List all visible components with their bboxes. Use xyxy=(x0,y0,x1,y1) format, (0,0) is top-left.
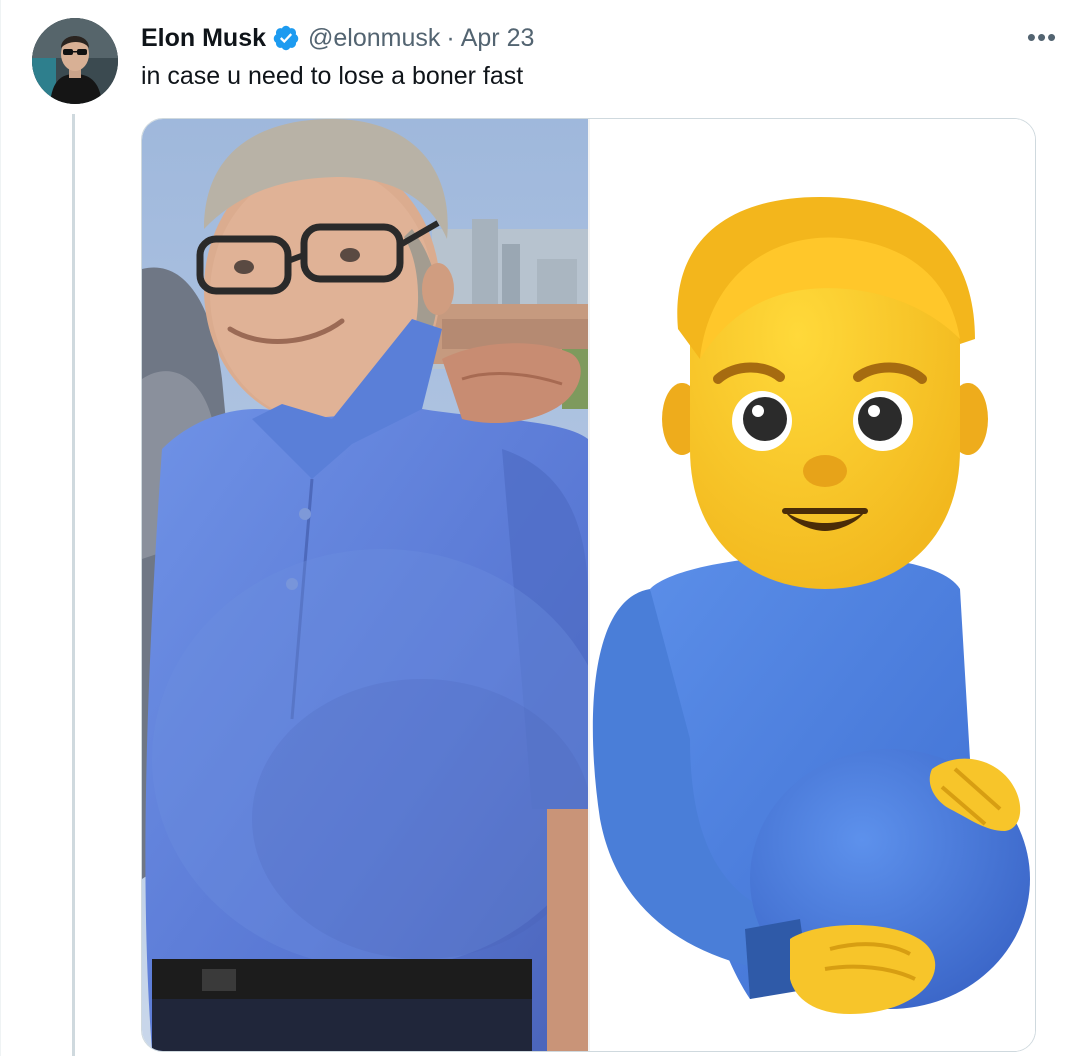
man-in-blue-shirt-photo xyxy=(142,119,588,1051)
timeline-border xyxy=(0,0,1,1056)
tweet-date[interactable]: Apr 23 xyxy=(461,24,535,53)
more-horizontal-icon[interactable]: ••• xyxy=(1022,22,1062,52)
photo-left[interactable] xyxy=(142,119,588,1051)
author-name[interactable]: Elon Musk xyxy=(141,24,266,53)
more-label: ••• xyxy=(1026,22,1058,52)
separator-dot: · xyxy=(446,23,455,52)
verified-badge-icon xyxy=(272,24,300,52)
avatar[interactable] xyxy=(32,18,118,104)
thread-line xyxy=(72,114,75,1056)
tweet-header: Elon Musk @elonmusk · Apr 23 xyxy=(141,21,534,55)
photo-right[interactable] xyxy=(590,119,1035,1051)
tweet-text: in case u need to lose a boner fast xyxy=(141,62,524,90)
tweet-card[interactable]: Elon Musk @elonmusk · Apr 23 ••• in case… xyxy=(0,0,1080,1056)
tweet-media[interactable] xyxy=(141,118,1036,1052)
author-handle[interactable]: @elonmusk xyxy=(308,24,440,53)
avatar-image xyxy=(32,18,118,104)
pregnant-man-emoji-image xyxy=(590,119,1035,1051)
